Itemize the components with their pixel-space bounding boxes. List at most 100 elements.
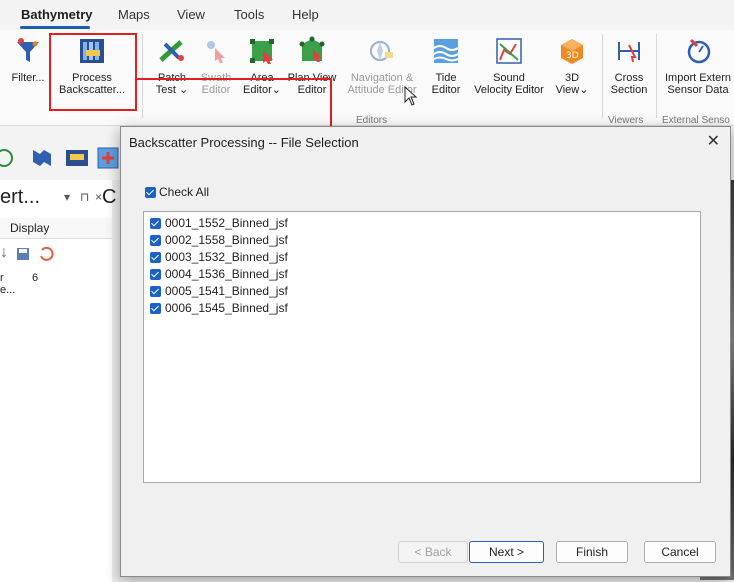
- cancel-button[interactable]: Cancel: [644, 541, 716, 563]
- 3d-label-line1: 3D: [564, 72, 580, 84]
- process-backscatter-highlight: [49, 33, 137, 111]
- svg-text:3D: 3D: [566, 51, 579, 61]
- close-pane-icon[interactable]: ×: [95, 190, 102, 204]
- panel-title-fragment: C: [102, 186, 117, 208]
- patch-label-line2: Test: [155, 84, 176, 96]
- checkbox-checked-icon[interactable]: [150, 252, 161, 264]
- sound-velocity-icon: [494, 36, 524, 66]
- tab-help[interactable]: Help: [292, 7, 319, 22]
- swath-label-line2: Editor: [201, 84, 231, 96]
- import-label-line2: Sensor Data: [667, 84, 729, 96]
- 3d-cube-icon: 3D: [557, 36, 587, 66]
- navigation-icon: [367, 36, 397, 66]
- list-item[interactable]: 0006_1545_Binned_jsf: [150, 300, 288, 317]
- backscatter-file-selection-dialog: Backscatter Processing -- File Selection…: [120, 126, 731, 577]
- active-tab-indicator: [20, 26, 90, 29]
- checkbox-checked-icon: [145, 187, 156, 199]
- ribbon-tab-bar: Bathymetry Maps View Tools Help: [0, 0, 734, 30]
- tab-display[interactable]: Display: [0, 218, 112, 239]
- list-item[interactable]: 0004_1536_Binned_jsf: [150, 266, 288, 283]
- swath-editor-button[interactable]: Swath Editor: [196, 36, 236, 96]
- file-name: 0001_1552_Binned_jsf: [165, 216, 288, 230]
- filter-button[interactable]: Filter...: [8, 36, 48, 84]
- list-item[interactable]: 0001_1552_Binned_jsf: [150, 215, 288, 232]
- property-value: 6: [32, 272, 39, 284]
- back-button[interactable]: < Back: [398, 541, 468, 563]
- tide-label-line2: Editor: [431, 84, 461, 96]
- chevron-down-icon: ⌄: [271, 84, 281, 96]
- chevron-down-icon: ⌄: [179, 84, 189, 96]
- display-tab-label: Display: [10, 221, 50, 235]
- import-icon: [683, 36, 713, 66]
- properties-pane: [0, 180, 113, 582]
- area-label-line2: Editor: [243, 84, 272, 96]
- tab-maps[interactable]: Maps: [118, 7, 150, 22]
- swath-editor-icon: [201, 36, 231, 66]
- tide-editor-button[interactable]: Tide Editor: [426, 36, 466, 96]
- list-item[interactable]: 0005_1541_Binned_jsf: [150, 283, 288, 300]
- add-layer-icon[interactable]: [96, 146, 120, 170]
- tab-view[interactable]: View: [177, 7, 205, 22]
- sound-label-line2: Velocity Editor: [474, 84, 544, 96]
- tab-bathymetry[interactable]: Bathymetry: [21, 7, 93, 22]
- import-label-line1: Import Extern: [664, 72, 732, 84]
- tide-label-line1: Tide: [435, 72, 457, 84]
- checkbox-checked-icon[interactable]: [150, 286, 161, 298]
- backscatter-icon[interactable]: [64, 146, 90, 170]
- close-icon[interactable]: ✕: [707, 131, 720, 151]
- 3d-view-button[interactable]: 3D 3D View⌄: [552, 36, 592, 96]
- list-item[interactable]: 0003_1532_Binned_jsf: [150, 249, 288, 266]
- pin-icon[interactable]: ⊓: [80, 190, 89, 204]
- import-external-sensor-data-button[interactable]: Import Extern Sensor Data: [662, 36, 734, 96]
- file-list: 0001_1552_Binned_jsf 0002_1558_Binned_js…: [143, 211, 701, 483]
- ribbon-separator: [656, 34, 657, 118]
- viewers-group-label: Viewers: [608, 115, 644, 126]
- patch-test-icon: [157, 36, 187, 66]
- plan-view-editor-icon: [297, 36, 327, 66]
- cross-section-button[interactable]: Cross Section: [606, 36, 652, 96]
- nav-label-line1: Navigation &: [350, 72, 414, 84]
- patch-test-button[interactable]: Patch Test ⌄: [152, 36, 192, 96]
- finish-button[interactable]: Finish: [556, 541, 628, 563]
- check-all-label: Check All: [159, 185, 210, 199]
- pane-title: ert...: [0, 186, 41, 208]
- property-name: r e...: [0, 272, 16, 296]
- pane-menu-icon[interactable]: ▾: [64, 190, 70, 204]
- cross-label-line2: Section: [610, 84, 648, 96]
- cross-section-icon: [614, 36, 644, 66]
- file-name: 0006_1545_Binned_jsf: [165, 301, 288, 315]
- list-item[interactable]: 0002_1558_Binned_jsf: [150, 232, 288, 249]
- next-button[interactable]: Next >: [469, 541, 544, 563]
- external-sensor-group-label: External Senso: [662, 115, 730, 126]
- chevron-down-icon: ⌄: [579, 84, 589, 96]
- file-name: 0004_1536_Binned_jsf: [165, 267, 288, 281]
- area-editor-icon: [247, 36, 277, 66]
- editors-group-label: Editors: [356, 115, 388, 126]
- checkbox-checked-icon[interactable]: [150, 235, 161, 247]
- globe-icon[interactable]: [0, 148, 14, 168]
- sort-down-icon[interactable]: ↓: [0, 244, 8, 262]
- save-icon[interactable]: [16, 247, 30, 261]
- 3d-label-line2: View: [555, 84, 580, 96]
- undo-icon[interactable]: [38, 246, 54, 262]
- file-name: 0002_1558_Binned_jsf: [165, 233, 288, 247]
- checkbox-checked-icon[interactable]: [150, 269, 161, 281]
- tide-editor-icon: [431, 36, 461, 66]
- sound-velocity-editor-button[interactable]: Sound Velocity Editor: [468, 36, 550, 96]
- sound-label-line1: Sound: [493, 72, 525, 84]
- annotation-arrow-horizontal: [136, 78, 332, 80]
- filter-icon: [13, 36, 43, 66]
- file-name: 0003_1532_Binned_jsf: [165, 250, 288, 264]
- map-icon[interactable]: [30, 146, 54, 170]
- checkbox-checked-icon[interactable]: [150, 303, 161, 315]
- filter-label: Filter...: [11, 72, 45, 84]
- dialog-title: Backscatter Processing -- File Selection: [129, 135, 359, 150]
- secondary-toolbar: [0, 138, 120, 180]
- file-name: 0005_1541_Binned_jsf: [165, 284, 288, 298]
- check-all-checkbox[interactable]: Check All: [145, 185, 209, 199]
- tab-tools[interactable]: Tools: [234, 7, 264, 22]
- ribbon-separator: [602, 34, 603, 118]
- checkbox-checked-icon[interactable]: [150, 218, 161, 230]
- cross-label-line1: Cross: [614, 72, 644, 84]
- area-editor-button[interactable]: Area Editor⌄: [240, 36, 284, 96]
